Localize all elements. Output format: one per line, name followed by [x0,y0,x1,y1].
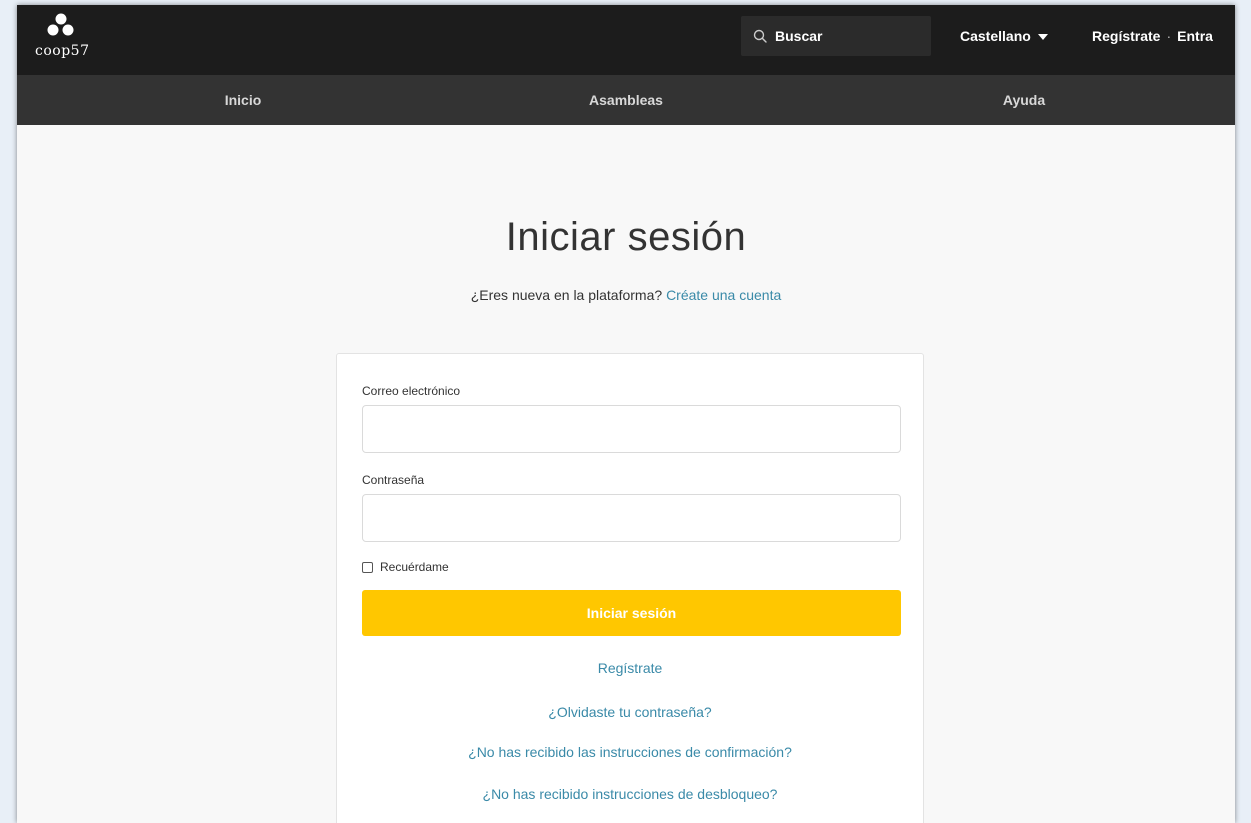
nav-item-inicio[interactable]: Inicio [143,75,343,125]
signup-prompt-text: ¿Eres nueva en la plataforma? [470,287,663,303]
confirmation-instructions-link[interactable]: ¿No has recibido las instrucciones de co… [337,744,923,760]
remember-me-checkbox[interactable] [362,561,373,573]
language-label: Castellano [960,28,1031,44]
signup-prompt: ¿Eres nueva en la plataforma? Créate una… [17,287,1235,303]
logo[interactable]: coop57 [35,13,95,65]
main-nav: Inicio Asambleas Ayuda [17,75,1235,125]
nav-item-ayuda[interactable]: Ayuda [924,75,1124,125]
header-separator: · [1166,28,1172,44]
header-register-link[interactable]: Regístrate [1092,28,1160,44]
search-box[interactable] [741,16,931,56]
page-title: Iniciar sesión [505,215,747,259]
search-icon [753,29,767,43]
language-selector[interactable]: Castellano [960,28,1048,44]
create-account-link[interactable]: Créate una cuenta [666,287,781,303]
search-input[interactable] [775,28,915,44]
email-label: Correo electrónico [362,384,461,398]
nav-item-asambleas[interactable]: Asambleas [526,75,726,125]
register-link[interactable]: Regístrate [337,660,923,676]
caret-down-icon [1037,34,1048,40]
logo-text: coop57 [35,43,90,59]
browser-viewport: coop57 Castellano Regístrate · Entra Inici… [17,5,1235,823]
password-label: Contraseña [362,473,425,487]
top-bar: coop57 Castellano Regístrate · Entra [17,5,1235,75]
header-login-link[interactable]: Entra [1177,28,1213,44]
user-links: Regístrate · Entra [1092,28,1213,44]
login-card: Correo electrónico Contraseña Recuérdame… [336,353,924,823]
forgot-password-link[interactable]: ¿Olvidaste tu contraseña? [337,704,923,720]
email-field[interactable] [362,405,901,453]
password-field[interactable] [362,494,901,542]
coop57-logo-icon [47,13,74,36]
login-button[interactable]: Iniciar sesión [362,590,901,636]
remember-me-label: Recuérdame [380,560,449,574]
unlock-instructions-link[interactable]: ¿No has recibido instrucciones de desblo… [337,786,923,802]
remember-me: Recuérdame [362,560,449,574]
